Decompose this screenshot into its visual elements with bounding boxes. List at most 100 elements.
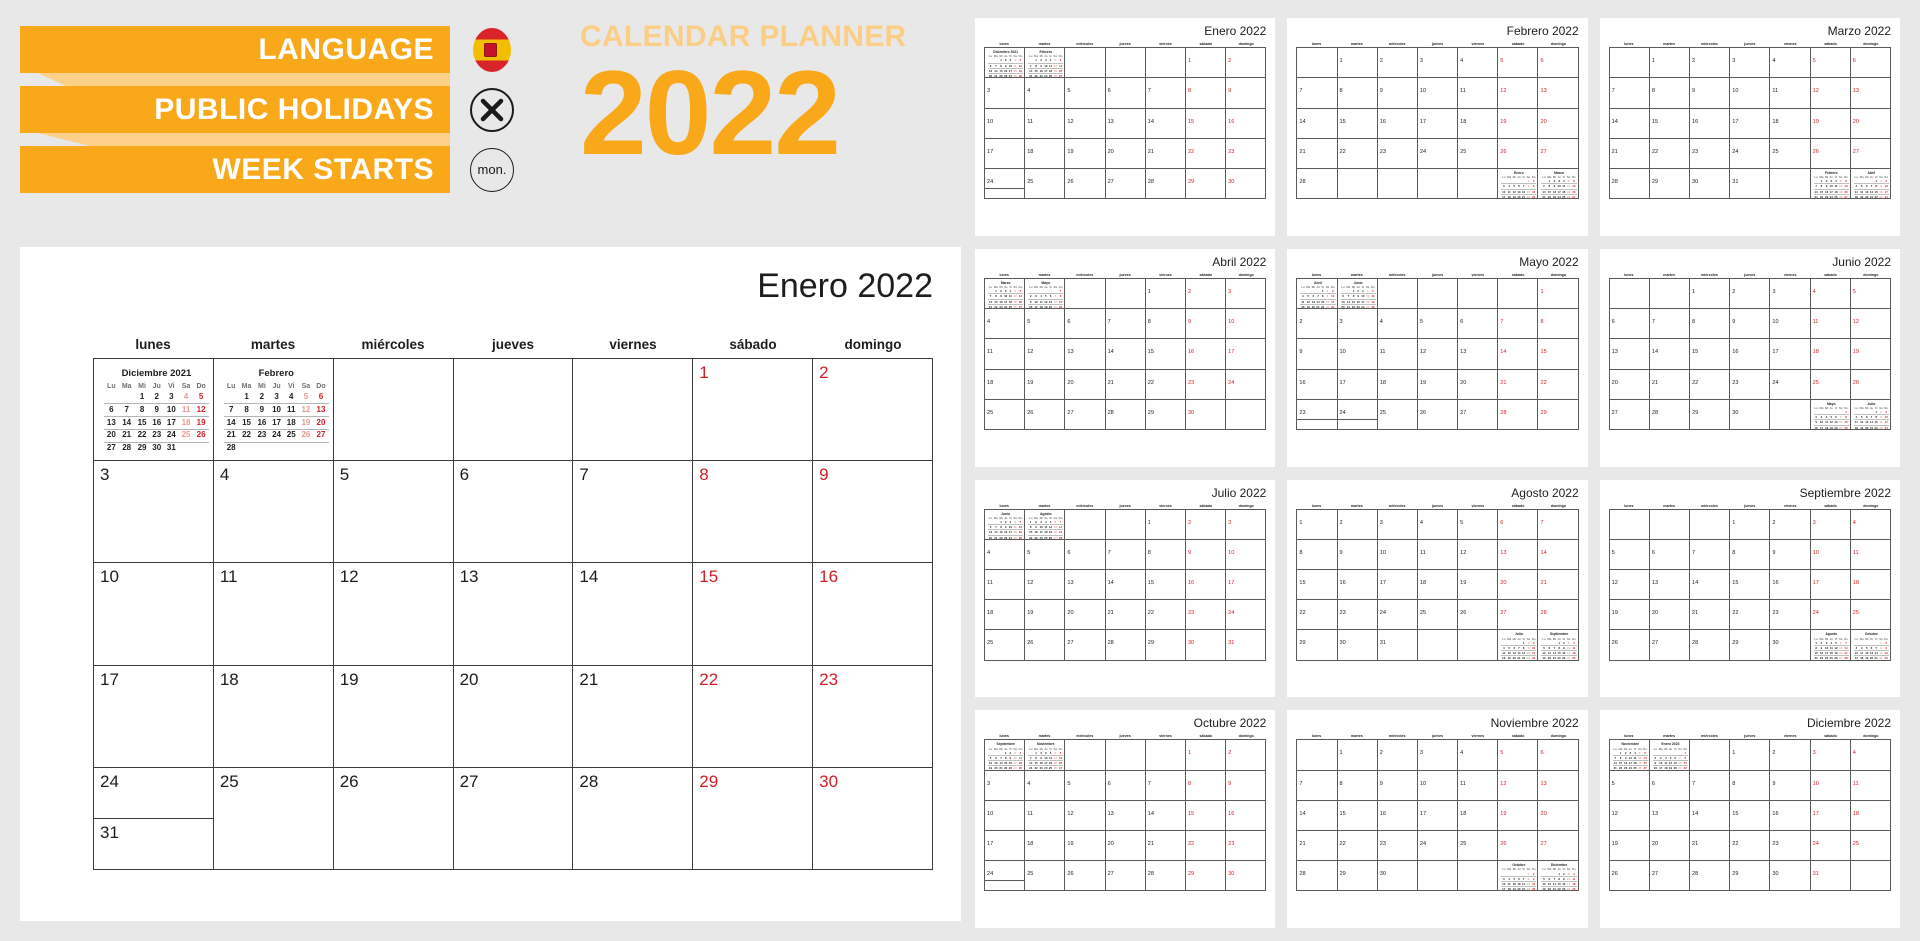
day-cell[interactable]: 17 [1810, 570, 1851, 601]
day-cell[interactable]: 10 [985, 800, 1026, 832]
day-cell[interactable]: 25 [1850, 600, 1891, 631]
day-cell[interactable] [1770, 168, 1811, 200]
day-cell[interactable] [1105, 48, 1146, 79]
day-cell[interactable]: 26 [1810, 138, 1851, 169]
day-cell[interactable]: Octubre Lu Ma Mi Ju Vi Sa Do 1 2 3 4 5 6 7 8 9 10 11 12 13 14… [1498, 861, 1539, 892]
day-cell[interactable] [1377, 168, 1418, 200]
day-cell[interactable]: 17 [985, 138, 1026, 169]
day-cell[interactable]: 8 [1185, 770, 1227, 801]
day-cell[interactable]: 26 [333, 767, 454, 870]
day-cell[interactable]: Diciembre 2021 Lu Ma Mi Ju Vi Sa Do 1 2 3 4 5 6 7 8 9 10 1… [985, 48, 1026, 79]
day-cell[interactable]: 31 [1377, 630, 1418, 661]
day-cell[interactable] [573, 359, 694, 462]
day-cell[interactable]: 11 [1377, 339, 1418, 370]
day-cell[interactable]: Enero Lu Ma Mi Ju Vi Sa Do 1 2 3 4 5 6 7 8 9 10 11 12 13 14 15… [1498, 168, 1539, 200]
day-cell[interactable]: Julio Lu Ma Mi Ju Vi Sa Do 1 2 3 4 5 6 7 8 9 10 11 12 13 14 15… [1850, 399, 1891, 430]
day-cell[interactable]: 15 [1649, 108, 1691, 139]
day-cell[interactable]: 1 [1690, 278, 1731, 310]
day-cell[interactable] [1065, 740, 1106, 771]
day-cell[interactable]: Marzo Lu Ma Mi Ju Vi Sa Do 1 2 3 4 5 6 7 8 9 10 11 12 13 14 15… [985, 278, 1026, 310]
day-cell[interactable]: 29 [1730, 630, 1771, 661]
day-cell[interactable]: 15 [1730, 570, 1771, 601]
month-thumbnail[interactable]: Octubre 2022 lunes martes miércoles jueves vi… [975, 710, 1276, 928]
day-cell[interactable]: 19 [333, 665, 454, 768]
day-cell[interactable]: 18 [1377, 369, 1418, 400]
day-cell[interactable]: 18 [1458, 108, 1499, 139]
day-cell[interactable]: 18 [1025, 138, 1066, 169]
day-cell-half[interactable]: 31 [985, 189, 1024, 198]
day-cell[interactable]: 8 [1297, 539, 1338, 571]
day-cell[interactable]: 14 [1297, 800, 1338, 832]
day-cell[interactable]: 5 [1065, 770, 1106, 801]
day-cell-half[interactable]: 24 [1337, 400, 1377, 420]
day-cell[interactable]: 3 [1810, 509, 1851, 540]
day-cell[interactable]: 26 [1065, 861, 1106, 892]
day-cell[interactable]: 20 [1065, 600, 1106, 631]
day-cell[interactable]: 24 31 [94, 767, 214, 870]
day-cell[interactable]: 15 [1730, 800, 1771, 832]
day-cell[interactable]: 25 [985, 399, 1026, 430]
day-cell[interactable]: Junio Lu Ma Mi Ju Vi Sa Do 1 2 3 4 5 6 7 8 9 10 11 12 13 14 15… [1337, 278, 1378, 310]
day-cell[interactable]: 21 [1690, 831, 1731, 862]
day-cell[interactable]: 14 [1105, 570, 1146, 601]
day-cell[interactable]: 17 [1417, 108, 1459, 139]
day-cell[interactable]: 6 [453, 461, 574, 564]
day-cell[interactable]: 14 [1609, 108, 1650, 139]
day-cell[interactable]: Mayo Lu Ma Mi Ju Vi Sa Do 1 2 3 4 5 6 7 8 9 10 11 12 13 14 15 1… [1810, 399, 1851, 430]
ribbon-language[interactable]: LANGUAGE [20, 26, 450, 73]
day-cell[interactable]: 15 [1690, 339, 1731, 370]
month-thumbnail[interactable]: Septiembre 2022 lunes martes miércoles jueve… [1599, 479, 1900, 698]
day-cell[interactable]: 16 [1226, 800, 1267, 832]
day-cell-half[interactable]: 24 [985, 861, 1025, 882]
day-cell[interactable]: 28 [1649, 399, 1691, 430]
day-cell[interactable]: 25 [1770, 138, 1811, 169]
day-cell[interactable]: 21 [1538, 570, 1579, 601]
day-cell[interactable]: 9 [1297, 339, 1338, 370]
day-cell[interactable]: 29 [1337, 861, 1378, 892]
day-cell[interactable]: 4 [985, 309, 1026, 340]
day-cell[interactable] [1145, 48, 1186, 79]
day-cell[interactable]: 18 [1810, 339, 1851, 370]
day-cell[interactable]: 17 [1770, 339, 1811, 370]
day-cell[interactable]: 2 [1297, 309, 1338, 340]
day-cell[interactable]: 9 [1337, 539, 1378, 571]
day-cell[interactable]: 23 [1770, 831, 1811, 862]
day-cell[interactable]: 23 [1377, 138, 1418, 169]
month-thumbnail[interactable]: Mayo 2022 lunes martes miércoles jueves viern… [1287, 248, 1588, 467]
day-cell[interactable] [1297, 48, 1338, 79]
day-cell[interactable]: 3 [1417, 48, 1459, 79]
day-cell[interactable]: 31 [1810, 861, 1851, 892]
day-cell[interactable]: 13 [1538, 78, 1579, 109]
day-cell[interactable]: 25 [1458, 138, 1499, 169]
day-cell[interactable]: 23 [813, 665, 933, 768]
day-cell[interactable]: 25 [1458, 831, 1499, 862]
day-cell[interactable]: Julio Lu Ma Mi Ju Vi Sa Do 1 2 3 4 5 6 7 8 9 10 11 12 13 14 15… [1498, 630, 1539, 661]
day-cell[interactable]: 8 [1730, 770, 1771, 801]
day-cell[interactable]: Abril Lu Ma Mi Ju Vi Sa Do 1 2 3 4 5 6 7 8 9 10 11 12 13 14 15… [1850, 168, 1891, 200]
day-cell[interactable]: 22 [1337, 831, 1378, 862]
day-cell-half[interactable]: 31 [1338, 420, 1377, 429]
day-cell[interactable]: 22 [1297, 600, 1338, 631]
day-cell[interactable]: 9 [1185, 539, 1227, 571]
day-cell[interactable]: 21 [1649, 369, 1691, 400]
day-cell[interactable]: 4 [1850, 509, 1891, 540]
day-cell[interactable]: 16 [1185, 339, 1227, 370]
day-cell[interactable]: 16 [1337, 570, 1378, 601]
day-cell[interactable]: 26 [1498, 138, 1539, 169]
day-cell[interactable]: 29 [1690, 399, 1731, 430]
day-cell[interactable]: Diciembre 2021 Lu Ma Mi Ju Vi Sa Do 1 2 3 4 5 6 7 8 9 10 1… [94, 359, 214, 462]
day-cell[interactable]: 24 [1417, 138, 1459, 169]
day-cell[interactable] [1417, 630, 1459, 661]
day-cell[interactable]: 12 [1609, 570, 1650, 601]
day-cell[interactable] [1458, 278, 1499, 310]
day-cell[interactable] [1145, 740, 1186, 771]
day-cell[interactable]: 24 [1226, 369, 1267, 400]
day-cell[interactable]: 10 [1417, 78, 1459, 109]
day-cell[interactable]: Diciembre Lu Ma Mi Ju Vi Sa Do 1 2 3 4 5 6 7 8 9 10 11 12 13… [1538, 861, 1579, 892]
day-cell[interactable]: 2 [1185, 509, 1227, 540]
day-cell[interactable]: Agosto Lu Ma Mi Ju Vi Sa Do 1 2 3 4 5 6 7 8 9 10 11 12 13 14 1… [1025, 509, 1066, 540]
day-cell[interactable]: 23 [1770, 600, 1811, 631]
day-cell[interactable]: 10 [1730, 78, 1771, 109]
day-cell[interactable] [1417, 861, 1459, 892]
day-cell[interactable]: 7 [1690, 770, 1731, 801]
